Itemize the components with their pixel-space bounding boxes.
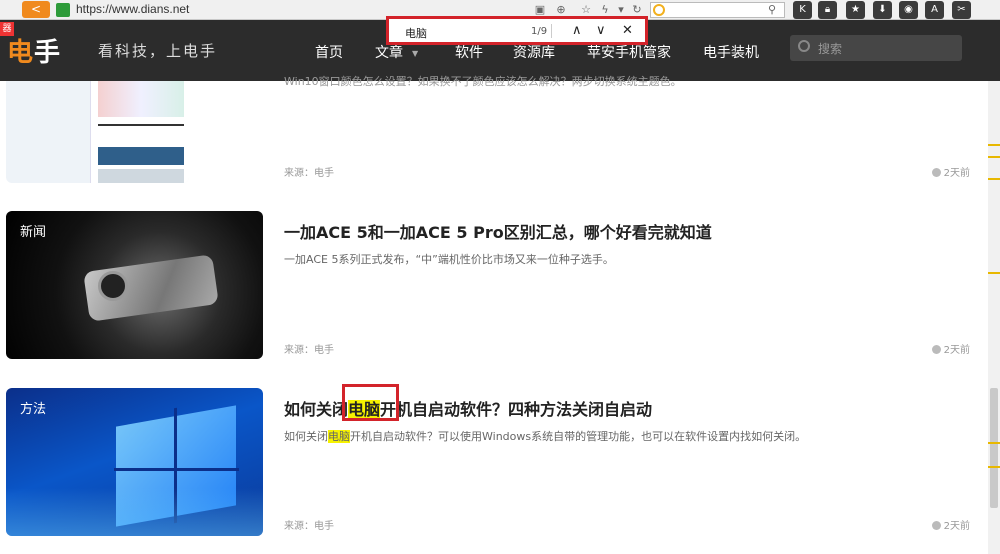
nav-item-phone-manager[interactable]: 苹安手机管家 [587, 42, 671, 62]
extension-a-icon[interactable]: A [925, 1, 944, 19]
extension-lock-icon[interactable]: 🔒︎ [818, 1, 837, 19]
url-field[interactable]: https://www.dians.net [76, 2, 189, 16]
search-icon[interactable]: ⚲ [768, 3, 776, 16]
chevron-down-icon: ▼ [412, 49, 419, 58]
image-icon[interactable]: ▣ [533, 3, 547, 17]
clock-icon [931, 521, 941, 530]
extension-star-icon[interactable]: ★ [846, 1, 865, 19]
star-icon[interactable]: ☆ [579, 3, 593, 17]
article-desc: 如何关闭电脑开机自启动软件？可以使用Windows系统自带的管理功能，也可以在软… [284, 430, 807, 443]
chevron-down-icon[interactable]: ▾ [614, 3, 628, 17]
find-match-count: 1/9 [531, 26, 548, 37]
article-source: 来源：电手 [284, 521, 334, 532]
site-logo[interactable]: 电手 [7, 32, 61, 69]
article-title[interactable]: 如何关闭电脑开机自启动软件？四种方法关闭自启动 [284, 396, 652, 420]
article-desc: 一加ACE 5系列正式发布，“中”端机性价比市场又来一位种子选手。 [284, 253, 614, 266]
extension-game-icon[interactable]: ◉ [899, 1, 918, 19]
nav-item-software[interactable]: 软件 [455, 42, 483, 62]
nav-item-articles[interactable]: 文章 [375, 42, 403, 62]
article-tag: 方法 [20, 402, 47, 417]
find-next-icon[interactable]: ∨ [596, 23, 606, 38]
find-bar: 电脑 1/9 ∧ ∨ ✕ [386, 16, 648, 45]
search-highlight: 电脑 [328, 430, 350, 443]
site-slogan: 看科技，上电手 [98, 42, 218, 60]
extension-scissors-icon[interactable]: ✂ [952, 1, 971, 19]
close-icon[interactable]: ✕ [622, 23, 633, 38]
find-match-marker [988, 156, 1000, 158]
lightning-icon[interactable]: ϟ [598, 3, 612, 17]
search-placeholder: 搜索 [818, 42, 843, 56]
find-match-marker [988, 442, 1000, 444]
clock-icon [931, 345, 941, 354]
article-source: 来源：电手 [284, 168, 334, 179]
article-thumbnail[interactable]: 方法 [6, 388, 263, 536]
extension-download-icon[interactable]: ⬇ [873, 1, 892, 19]
nav-item-pc-build[interactable]: 电手装机 [703, 42, 759, 62]
article-thumbnail[interactable]: 新闻 [6, 211, 263, 359]
find-match-marker [988, 178, 1000, 180]
highlight-annotation-box [342, 384, 399, 421]
article-title[interactable]: 一加ACE 5和一加ACE 5 Pro区别汇总，哪个好看完就知道 [284, 219, 712, 243]
refresh-icon[interactable]: ↻ [630, 3, 644, 17]
site-search-box[interactable]: 搜索 [790, 35, 962, 61]
article-tag: 新闻 [20, 225, 47, 240]
search-icon [798, 40, 810, 52]
nav-item-resources[interactable]: 资源库 [513, 42, 555, 62]
clock-icon [931, 168, 941, 177]
find-prev-icon[interactable]: ∧ [572, 23, 582, 38]
secure-lock-icon [56, 3, 70, 17]
find-divider [551, 24, 552, 38]
browser-search-box[interactable] [650, 2, 785, 18]
article-time: 2天前 [931, 341, 970, 356]
nav-item-home[interactable]: 首页 [315, 42, 343, 62]
extension-k-icon[interactable]: K [793, 1, 812, 19]
find-match-marker [988, 144, 1000, 146]
article-thumbnail[interactable] [6, 81, 189, 183]
search-engine-icon [653, 4, 665, 16]
find-match-marker [988, 466, 1000, 468]
scrollbar-thumb[interactable] [990, 388, 998, 508]
zoom-icon[interactable]: ⊕ [554, 3, 568, 17]
find-match-marker [988, 272, 1000, 274]
find-input[interactable]: 电脑 [405, 25, 427, 41]
back-arrow-icon[interactable]: < [22, 1, 50, 18]
article-time: 2天前 [931, 164, 970, 179]
article-source: 来源：电手 [284, 345, 334, 356]
article-desc: Win10窗口颜色怎么设置？如果换不了颜色应该怎么解决？两步切换系统主题色。 [284, 75, 682, 88]
article-time: 2天前 [931, 517, 970, 532]
